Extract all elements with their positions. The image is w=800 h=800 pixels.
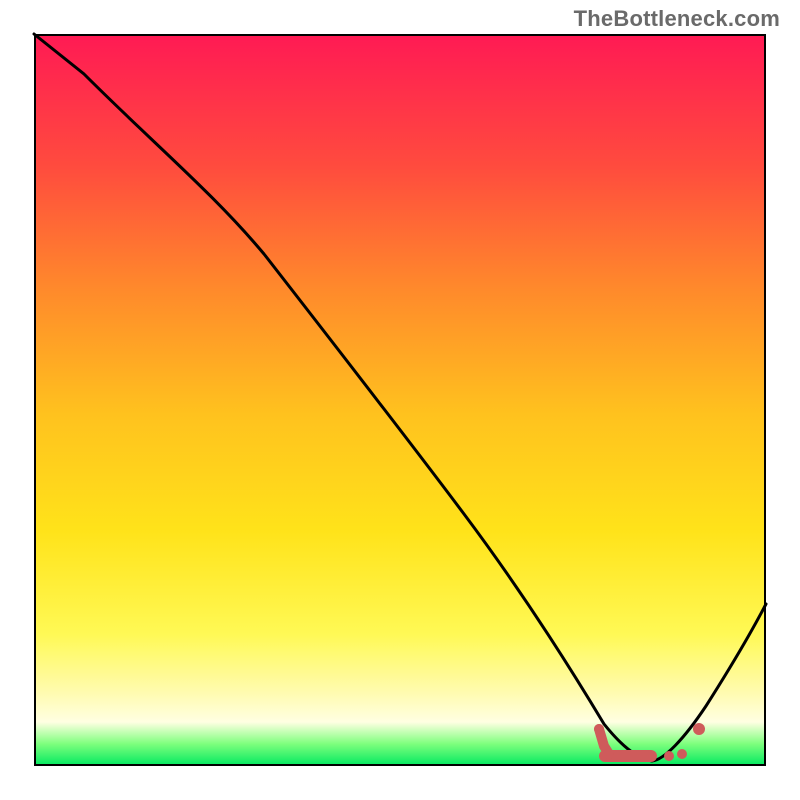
curve-layer — [34, 34, 766, 766]
bottleneck-chart: TheBottleneck.com — [0, 0, 800, 800]
bottleneck-curve-line — [34, 34, 766, 761]
plot-area — [0, 0, 800, 800]
